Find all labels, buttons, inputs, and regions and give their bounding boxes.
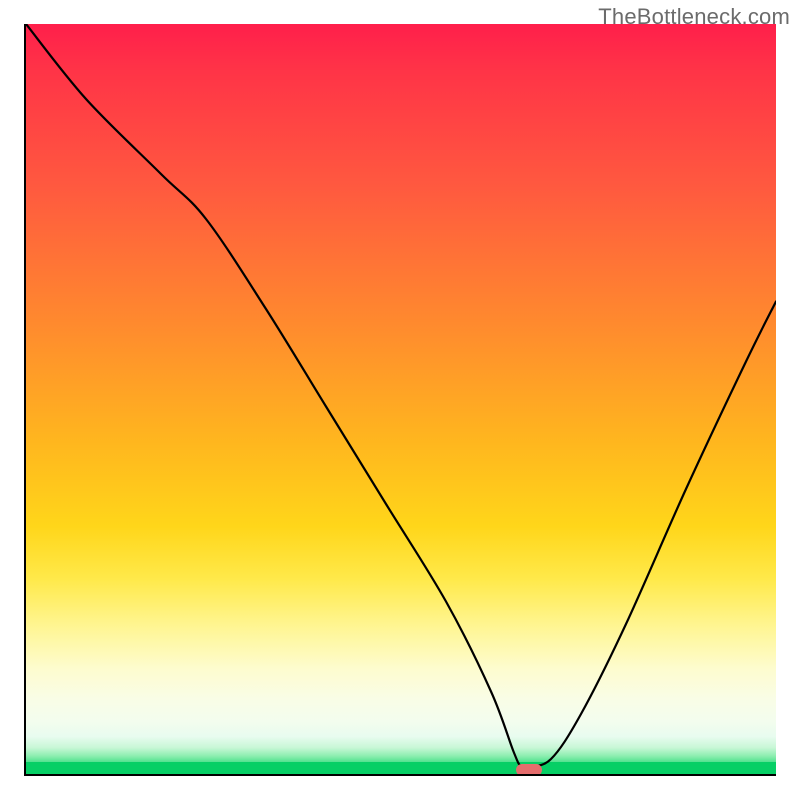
- optimum-marker: [516, 764, 542, 774]
- chart-canvas: TheBottleneck.com: [0, 0, 800, 800]
- bottleneck-curve: [26, 24, 776, 774]
- x-axis: [24, 774, 776, 776]
- y-axis: [24, 24, 26, 776]
- plot-area: [26, 24, 776, 774]
- watermark-text: TheBottleneck.com: [598, 4, 790, 30]
